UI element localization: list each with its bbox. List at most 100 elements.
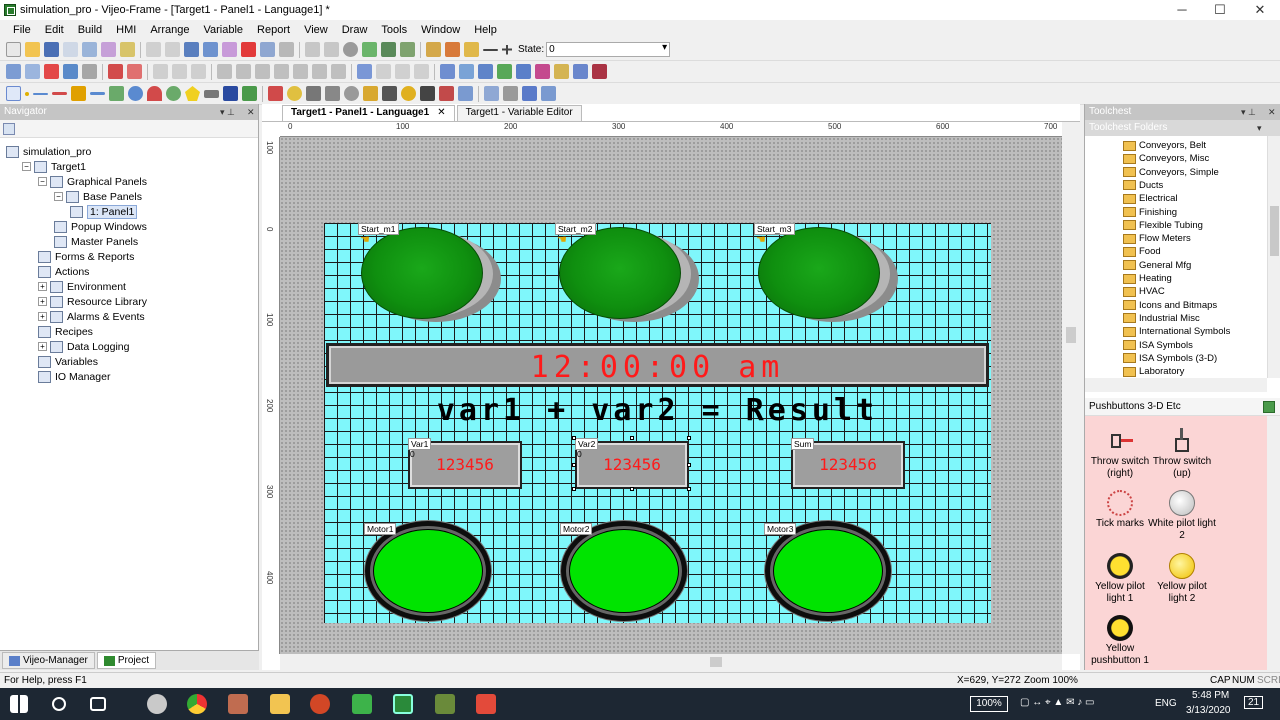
- record-icon[interactable]: [44, 64, 59, 79]
- line-style-icon[interactable]: [592, 64, 607, 79]
- selection-handle[interactable]: [630, 487, 634, 491]
- arc-tool-icon[interactable]: [90, 92, 105, 95]
- refresh-icon[interactable]: [362, 42, 377, 57]
- toolchest-folder[interactable]: Flexible Tubing: [1123, 219, 1203, 232]
- clock-date[interactable]: 3/13/2020: [1186, 705, 1231, 716]
- panel-layout-icon[interactable]: [6, 64, 21, 79]
- folders-horizontal-scrollbar[interactable]: [1085, 378, 1267, 392]
- close-pane-icon[interactable]: ✕: [247, 104, 255, 120]
- group-icon[interactable]: [153, 64, 168, 79]
- polyline-tool-icon[interactable]: [52, 92, 67, 95]
- layer-hide-icon[interactable]: [516, 64, 531, 79]
- snap-icon[interactable]: [357, 64, 372, 79]
- grid-tool-icon[interactable]: [541, 86, 556, 101]
- tree-item[interactable]: Master Panels: [54, 234, 138, 249]
- ungroup-icon[interactable]: [172, 64, 187, 79]
- forward-arrow-icon[interactable]: [324, 42, 339, 57]
- ellipse-tool-icon[interactable]: [166, 86, 181, 101]
- align-top-icon[interactable]: [274, 64, 289, 79]
- toolchest-folder[interactable]: Laboratory: [1123, 365, 1184, 378]
- zoom-out-icon[interactable]: [478, 64, 493, 79]
- hmi-panel[interactable]: Start_m1 Start_m2 Start_m3 ☚ ☚ ☚ 12:00:0…: [324, 223, 991, 623]
- selection-handle[interactable]: [572, 487, 576, 491]
- clock-display[interactable]: 12:00:00 am: [326, 343, 989, 387]
- lamp-tool-icon[interactable]: [287, 86, 302, 101]
- start-button-3[interactable]: [758, 227, 898, 322]
- pin-icon[interactable]: ▾ ⊥: [220, 104, 235, 120]
- camtasia-icon[interactable]: [352, 694, 372, 714]
- pie-tool-icon[interactable]: [147, 86, 162, 101]
- spacing-icon[interactable]: [395, 64, 410, 79]
- notification-icon[interactable]: 21: [1244, 696, 1264, 709]
- selection-handle[interactable]: [687, 436, 691, 440]
- toolchest-folder[interactable]: Finishing: [1123, 206, 1177, 219]
- rectangle-tool-icon[interactable]: [109, 86, 124, 101]
- recipe-tool-icon[interactable]: [484, 86, 499, 101]
- menu-help[interactable]: Help: [467, 24, 504, 36]
- fit-tool-icon[interactable]: [522, 86, 537, 101]
- cut-icon[interactable]: [184, 42, 199, 57]
- item-yellow-pushbutton-1[interactable]: Yellow pushbutton 1: [1085, 615, 1155, 667]
- toolchest-folder[interactable]: Icons and Bitmaps: [1123, 299, 1217, 312]
- close-tab-icon[interactable]: ✕: [437, 107, 445, 118]
- menu-edit[interactable]: Edit: [38, 24, 71, 36]
- language-indicator[interactable]: ENG: [1155, 698, 1177, 709]
- lock-icon[interactable]: [464, 42, 479, 57]
- task-view-icon[interactable]: [90, 697, 106, 711]
- trend-tool-icon[interactable]: [458, 86, 473, 101]
- toolchest-folder[interactable]: Heating: [1123, 272, 1172, 285]
- back-arrow-icon[interactable]: [305, 42, 320, 57]
- search-icon[interactable]: [52, 697, 66, 711]
- powerpoint-icon[interactable]: [310, 694, 330, 714]
- item-yellow-pilot-light-2[interactable]: Yellow pilot light 2: [1147, 553, 1217, 605]
- color-icon[interactable]: [535, 64, 550, 79]
- find-icon[interactable]: [260, 42, 275, 57]
- tools-icon[interactable]: [82, 64, 97, 79]
- menu-file[interactable]: File: [6, 24, 38, 36]
- tab-variable-editor[interactable]: Target1 - Variable Editor: [456, 105, 582, 121]
- start-button-1[interactable]: [361, 227, 501, 322]
- tree-item[interactable]: Actions: [38, 264, 89, 279]
- clock-time[interactable]: 5:48 PM: [1192, 690, 1229, 701]
- toolchest-folder[interactable]: Conveyors, Belt: [1123, 139, 1206, 152]
- rotate-icon[interactable]: [191, 64, 206, 79]
- selection-handle[interactable]: [687, 463, 691, 467]
- motor-light-2[interactable]: [561, 521, 687, 621]
- maximize-button[interactable]: ☐: [1200, 0, 1240, 20]
- start-button-2[interactable]: [559, 227, 699, 322]
- align-text-icon[interactable]: [204, 89, 219, 98]
- category-options-icon[interactable]: [1263, 401, 1275, 413]
- vijeo-frame-taskbar-icon[interactable]: [393, 694, 413, 714]
- paste-icon[interactable]: [222, 42, 237, 57]
- motor2-tag[interactable]: Motor2: [560, 523, 593, 535]
- expander-icon[interactable]: −: [22, 162, 31, 171]
- plus-icon[interactable]: [502, 44, 512, 55]
- tree-item[interactable]: Variables: [38, 354, 98, 369]
- toolchest-folder[interactable]: General Mfg: [1123, 259, 1191, 272]
- paint-app-icon[interactable]: [147, 694, 167, 714]
- polygon-tool-icon[interactable]: [185, 86, 200, 101]
- toolchest-folder[interactable]: Flow Meters: [1123, 232, 1191, 245]
- toolchest-folder[interactable]: Industrial Misc: [1123, 312, 1200, 325]
- layers-icon[interactable]: [108, 64, 123, 79]
- tree-item[interactable]: 1: Panel1: [70, 204, 138, 219]
- toolchest-folder[interactable]: Conveyors, Misc: [1123, 152, 1209, 165]
- tree-item[interactable]: + Alarms & Events: [38, 309, 145, 324]
- toolchest-folder[interactable]: Ducts: [1123, 179, 1163, 192]
- sum-tag[interactable]: Sum: [791, 438, 815, 450]
- item-throw-switch-right[interactable]: Throw switch (right): [1085, 428, 1155, 480]
- properties-icon[interactable]: [101, 42, 116, 57]
- menu-variable[interactable]: Variable: [196, 24, 250, 36]
- selector-tool-icon[interactable]: [325, 86, 340, 101]
- state-dropdown[interactable]: 0: [546, 42, 671, 57]
- file-explorer-icon[interactable]: [270, 694, 290, 714]
- tree-item[interactable]: − Target1: [22, 159, 86, 174]
- clapper-app-icon[interactable]: [435, 694, 455, 714]
- expander-icon[interactable]: +: [38, 312, 47, 321]
- properties-icon[interactable]: [3, 123, 15, 135]
- tree-item[interactable]: − Base Panels: [54, 189, 142, 204]
- scroll-thumb[interactable]: [710, 657, 722, 667]
- tab-panel1[interactable]: Target1 - Panel1 - Language1 ✕: [282, 105, 455, 121]
- toolchest-folder[interactable]: Food: [1123, 245, 1161, 258]
- align-center-icon[interactable]: [236, 64, 251, 79]
